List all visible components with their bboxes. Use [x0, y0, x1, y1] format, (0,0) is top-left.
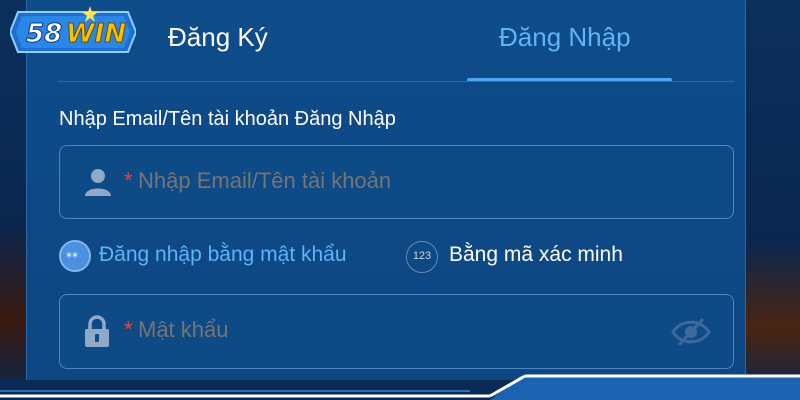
password-field[interactable]: * — [59, 294, 734, 369]
username-required-mark: * — [124, 168, 133, 193]
lock-icon — [85, 315, 109, 347]
username-input[interactable] — [138, 166, 698, 196]
username-label: Nhập Email/Tên tài khoản Đăng Nhập — [59, 108, 396, 130]
eye-off-icon[interactable] — [671, 317, 711, 347]
svg-text:58: 58 — [26, 19, 62, 49]
password-dots-icon: ** — [66, 250, 78, 264]
tab-divider — [58, 81, 734, 82]
svg-text:**: ** — [66, 250, 78, 264]
password-method-icon[interactable]: ** — [59, 240, 91, 272]
background-left — [0, 0, 28, 400]
password-method-option[interactable]: Đăng nhập bằng mật khẩu — [99, 243, 347, 267]
username-field[interactable]: * — [59, 145, 734, 219]
brand-logo: 58 WIN — [10, 6, 136, 53]
svg-text:WIN: WIN — [66, 19, 126, 49]
tab-register[interactable]: Đăng Ký — [168, 22, 268, 53]
code-method-option[interactable]: Bằng mã xác minh — [449, 243, 623, 267]
tab-login[interactable]: Đăng Nhập — [499, 22, 631, 53]
background-right — [740, 0, 800, 400]
password-required-mark: * — [124, 317, 133, 342]
code-method-icon[interactable]: 123 — [406, 241, 438, 273]
password-input[interactable] — [138, 315, 638, 345]
user-icon — [85, 169, 111, 196]
bottom-decoration — [0, 374, 800, 400]
